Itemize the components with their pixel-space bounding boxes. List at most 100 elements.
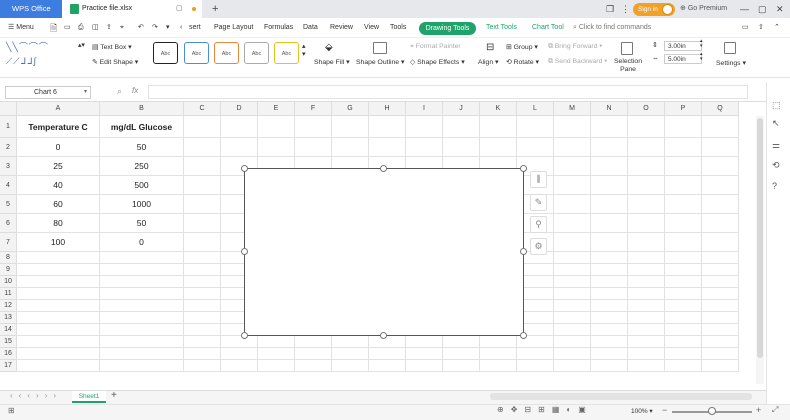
cell-m15[interactable] (554, 336, 591, 348)
cell-f1[interactable] (295, 116, 332, 138)
shape-style-grey[interactable]: Abc (244, 42, 269, 64)
cell-q16[interactable] (702, 348, 739, 360)
wps-office-tab[interactable]: WPS Office (0, 0, 62, 18)
row-header-16[interactable]: 16 (0, 348, 17, 360)
cell-q4[interactable] (702, 176, 739, 195)
collapse-ribbon-icon[interactable]: ⌃ (774, 18, 780, 38)
chart-style-icon[interactable]: ✎ (530, 194, 547, 211)
cell-a9[interactable] (17, 264, 100, 276)
cell-a17[interactable] (17, 360, 100, 372)
cell-c3[interactable] (184, 157, 221, 176)
row-header-11[interactable]: 11 (0, 288, 17, 300)
cell-g16[interactable] (332, 348, 369, 360)
cell-h1[interactable] (369, 116, 406, 138)
cell-c14[interactable] (184, 324, 221, 336)
cell-a11[interactable] (17, 288, 100, 300)
cell-n9[interactable] (591, 264, 628, 276)
cell-b2[interactable]: 50 (100, 138, 184, 157)
column-header-f[interactable]: F (295, 102, 332, 116)
cell-a13[interactable] (17, 312, 100, 324)
cell-b1[interactable]: mg/dL Glucose (100, 116, 184, 138)
zoom-slider-knob[interactable] (708, 407, 716, 415)
cell-m7[interactable] (554, 233, 591, 252)
row-header-15[interactable]: 15 (0, 336, 17, 348)
cell-c16[interactable] (184, 348, 221, 360)
command-search[interactable]: ⌕ Click to find commands (573, 18, 651, 38)
select-all-corner[interactable] (0, 102, 17, 116)
chart-placeholder[interactable] (244, 168, 524, 336)
cell-q2[interactable] (702, 138, 739, 157)
cell-p8[interactable] (665, 252, 702, 264)
cell-a14[interactable] (17, 324, 100, 336)
shape-fill-button[interactable]: Shape Fill ▾ (314, 58, 350, 66)
cell-p5[interactable] (665, 195, 702, 214)
styles-scroll-icon[interactable]: ▴ ▾ (302, 42, 305, 58)
cell-q1[interactable] (702, 116, 739, 138)
zoom-out-icon[interactable]: − (662, 405, 667, 415)
cell-b11[interactable] (100, 288, 184, 300)
column-header-k[interactable]: K (480, 102, 517, 116)
align-button[interactable]: Align ▾ (478, 58, 498, 66)
preview-icon[interactable]: ◫ (92, 18, 99, 38)
formula-input[interactable] (148, 85, 748, 99)
cell-o17[interactable] (628, 360, 665, 372)
cell-q3[interactable] (702, 157, 739, 176)
cell-j2[interactable] (443, 138, 480, 157)
row-header-12[interactable]: 12 (0, 300, 17, 312)
shape-style-yellow[interactable]: Abc (274, 42, 299, 64)
cell-i15[interactable] (406, 336, 443, 348)
cell-k17[interactable] (480, 360, 517, 372)
more-icon[interactable]: ⋮ (621, 0, 630, 18)
shape-style-black[interactable]: Abc (153, 42, 178, 64)
chart-elements-icon[interactable]: ⫼ (530, 171, 547, 188)
cell-n17[interactable] (591, 360, 628, 372)
menu-chart-tool[interactable]: Chart Tool (532, 18, 564, 38)
resize-handle-bottom-right[interactable] (520, 332, 527, 339)
cell-l17[interactable] (517, 360, 554, 372)
zoom-formula-icon[interactable]: ⌕ (117, 86, 122, 97)
cell-a6[interactable]: 80 (17, 214, 100, 233)
name-box-dropdown-icon[interactable]: ▾ (84, 88, 87, 95)
cell-q12[interactable] (702, 300, 739, 312)
row-header-6[interactable]: 6 (0, 214, 17, 233)
cell-o10[interactable] (628, 276, 665, 288)
cell-h2[interactable] (369, 138, 406, 157)
cell-o2[interactable] (628, 138, 665, 157)
cell-q6[interactable] (702, 214, 739, 233)
fx-icon[interactable]: fx (132, 86, 138, 95)
cell-q14[interactable] (702, 324, 739, 336)
cell-k16[interactable] (480, 348, 517, 360)
cell-m16[interactable] (554, 348, 591, 360)
name-box[interactable]: Chart 6 (5, 86, 91, 99)
resize-handle-bottom-left[interactable] (241, 332, 248, 339)
cell-k2[interactable] (480, 138, 517, 157)
cell-d16[interactable] (221, 348, 258, 360)
row-header-1[interactable]: 1 (0, 116, 17, 138)
cell-b5[interactable]: 1000 (100, 195, 184, 214)
cell-n14[interactable] (591, 324, 628, 336)
cell-a16[interactable] (17, 348, 100, 360)
cell-m14[interactable] (554, 324, 591, 336)
cell-b14[interactable] (100, 324, 184, 336)
cell-e16[interactable] (258, 348, 295, 360)
cell-b8[interactable] (100, 252, 184, 264)
menu-tools[interactable]: Tools (390, 18, 406, 38)
cell-l16[interactable] (517, 348, 554, 360)
menu-review[interactable]: Review (330, 18, 353, 38)
cell-o11[interactable] (628, 288, 665, 300)
sign-in-button[interactable]: Sign in (633, 3, 675, 16)
cell-l1[interactable] (517, 116, 554, 138)
row-header-2[interactable]: 2 (0, 138, 17, 157)
cell-c10[interactable] (184, 276, 221, 288)
cell-a1[interactable]: Temperature C (17, 116, 100, 138)
cell-h17[interactable] (369, 360, 406, 372)
cell-m6[interactable] (554, 214, 591, 233)
cell-m11[interactable] (554, 288, 591, 300)
cell-c13[interactable] (184, 312, 221, 324)
edit-shape-button[interactable]: ✎ Edit Shape ▾ (92, 58, 138, 66)
export-icon[interactable]: ⇪ (106, 18, 112, 38)
cell-p3[interactable] (665, 157, 702, 176)
bring-forward-button[interactable]: ⧉ Bring Forward ▾ (548, 43, 602, 51)
resize-handle-bottom[interactable] (380, 332, 387, 339)
cell-m8[interactable] (554, 252, 591, 264)
